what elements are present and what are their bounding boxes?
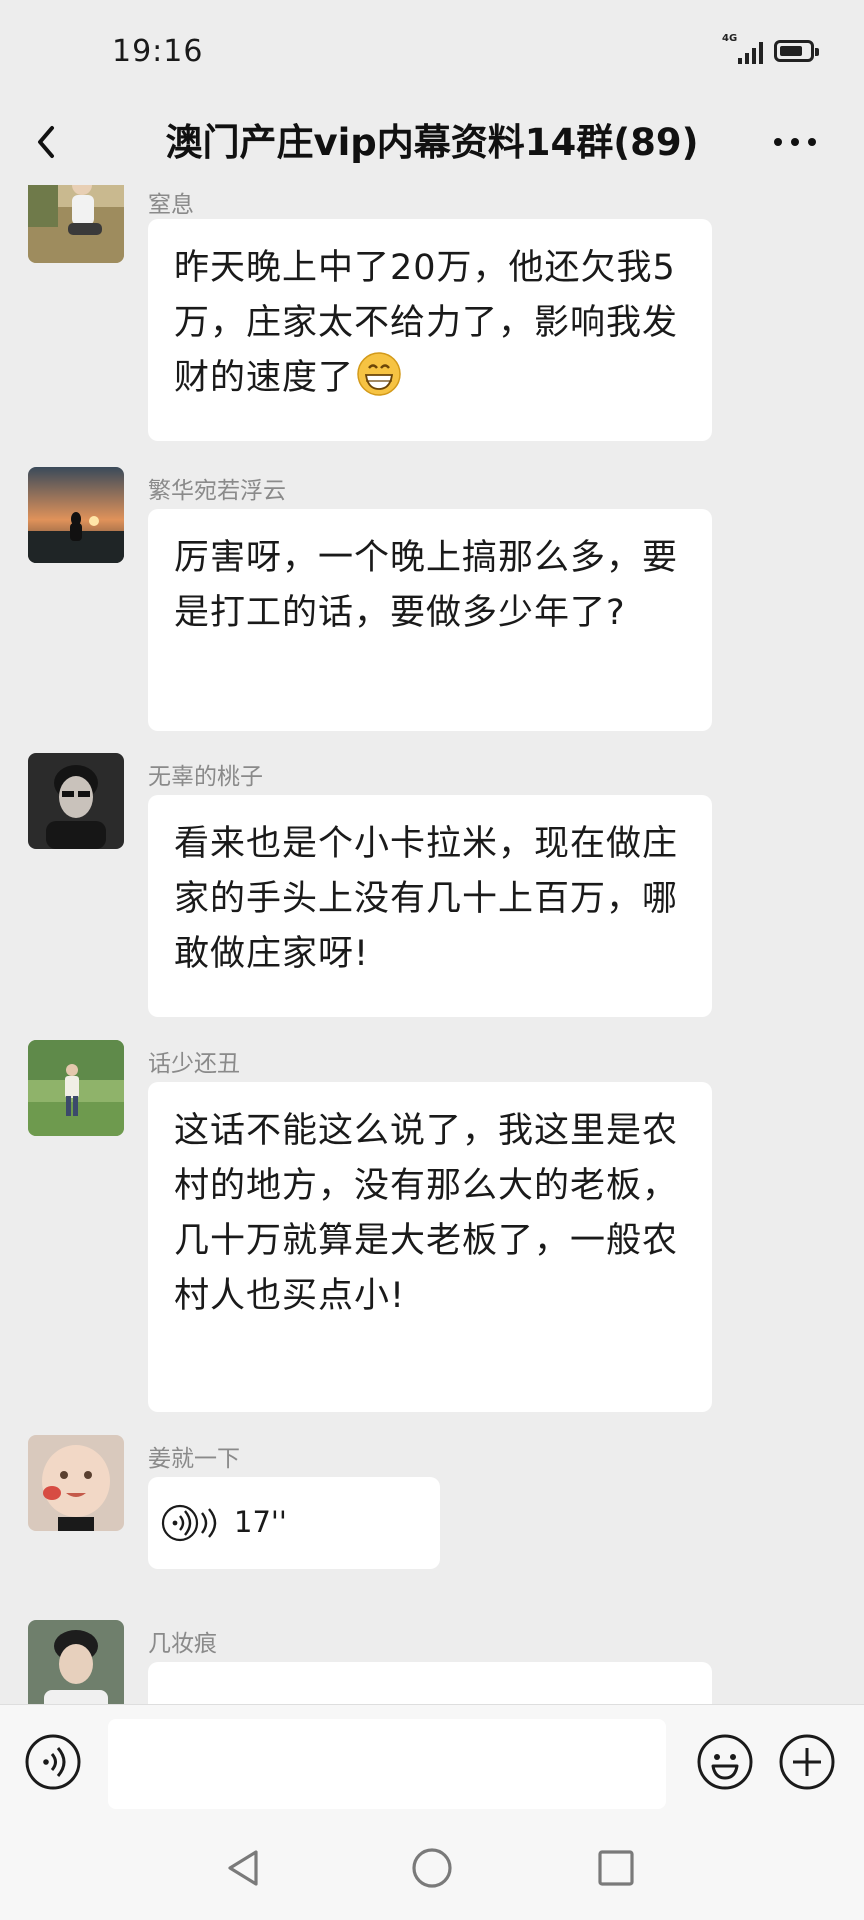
status-bar: 19:16 4G <box>0 0 864 100</box>
message-bubble[interactable]: 这话不能这么说了，我这里是农村的地方，没有那么大的老板，几十万就算是大老板了，一… <box>148 1082 712 1412</box>
voice-mode-icon <box>25 1734 81 1790</box>
plus-icon <box>779 1734 835 1790</box>
sender-name: 窒息 <box>148 192 194 218</box>
avatar[interactable] <box>28 1040 124 1136</box>
message-text: 厉害呀，一个晚上搞那么多，要是打工的话，要做多少年了? <box>174 538 679 633</box>
voice-play-icon <box>161 1504 217 1542</box>
system-back-button[interactable] <box>222 1846 266 1890</box>
avatar[interactable] <box>28 1435 124 1531</box>
emoji-icon <box>697 1734 753 1790</box>
chat-title: 澳门产庄vip内幕资料14群(89) <box>165 121 699 164</box>
more-options-button[interactable] <box>770 124 820 160</box>
message-text: 这话不能这么说了，我这里是农村的地方，没有那么大的老板，几十万就算是大老板了，一… <box>174 1111 679 1316</box>
voice-mode-button[interactable] <box>24 1733 82 1791</box>
chevron-left-icon <box>38 126 54 158</box>
message-input[interactable] <box>108 1719 666 1809</box>
sender-name: 繁华宛若浮云 <box>148 478 286 504</box>
battery-icon <box>774 40 819 62</box>
message-text-content: 昨天晚上中了20万，他还欠我5万，庄家太不给力了，影响我发财的速度了 <box>174 248 679 398</box>
voice-message-bubble[interactable]: 17'' <box>148 1477 440 1569</box>
avatar[interactable] <box>28 1620 124 1705</box>
more-dots-icon <box>774 138 816 146</box>
avatar[interactable] <box>28 753 124 849</box>
voice-duration: 17'' <box>234 1505 287 1539</box>
back-button[interactable] <box>28 114 84 170</box>
system-navigation-bar <box>0 1816 864 1920</box>
triangle-back-icon <box>228 1850 258 1886</box>
circle-home-icon <box>412 1848 452 1888</box>
avatar[interactable] <box>28 185 124 263</box>
message-bubble[interactable] <box>148 1662 712 1705</box>
system-home-button[interactable] <box>410 1846 454 1890</box>
sender-name: 姜就一下 <box>148 1446 240 1472</box>
square-recents-icon <box>598 1850 634 1886</box>
emoji-button[interactable] <box>696 1733 754 1791</box>
message-text: 昨天晚上中了20万，他还欠我5万，庄家太不给力了，影响我发财的速度了 <box>148 219 712 414</box>
system-recents-button[interactable] <box>594 1846 638 1890</box>
message-bubble[interactable]: 看来也是个小卡拉米，现在做庄家的手头上没有几十上百万，哪敢做庄家呀! <box>148 795 712 1017</box>
message-bubble[interactable]: 厉害呀，一个晚上搞那么多，要是打工的话，要做多少年了? <box>148 509 712 731</box>
grinning-emoji-icon <box>356 351 402 414</box>
plus-button[interactable] <box>778 1733 836 1791</box>
network-indicator: 4G <box>722 34 770 70</box>
status-time: 19:16 <box>112 34 204 69</box>
battery-level <box>780 46 802 56</box>
message-text: 看来也是个小卡拉米，现在做庄家的手头上没有几十上百万，哪敢做庄家呀! <box>174 824 679 974</box>
chat-input-bar <box>0 1704 864 1817</box>
sender-name: 话少还丑 <box>148 1051 240 1077</box>
sender-name: 无辜的桃子 <box>148 764 263 790</box>
sender-name: 几妆痕 <box>148 1631 217 1657</box>
wechat-group-chat-screen: 19:16 4G 澳门产庄vip内幕资料14群(89) 窒息 昨天晚上中了20万… <box>0 0 864 1920</box>
avatar[interactable] <box>28 467 124 563</box>
message-list[interactable]: 窒息 昨天晚上中了20万，他还欠我5万，庄家太不给力了，影响我发财的速度了 繁华… <box>0 185 864 1705</box>
chat-header: 澳门产庄vip内幕资料14群(89) <box>0 100 864 188</box>
signal-icon <box>738 42 763 64</box>
message-text <box>148 1662 712 1684</box>
message-bubble[interactable]: 昨天晚上中了20万，他还欠我5万，庄家太不给力了，影响我发财的速度了 <box>148 219 712 441</box>
network-type: 4G <box>722 33 738 44</box>
